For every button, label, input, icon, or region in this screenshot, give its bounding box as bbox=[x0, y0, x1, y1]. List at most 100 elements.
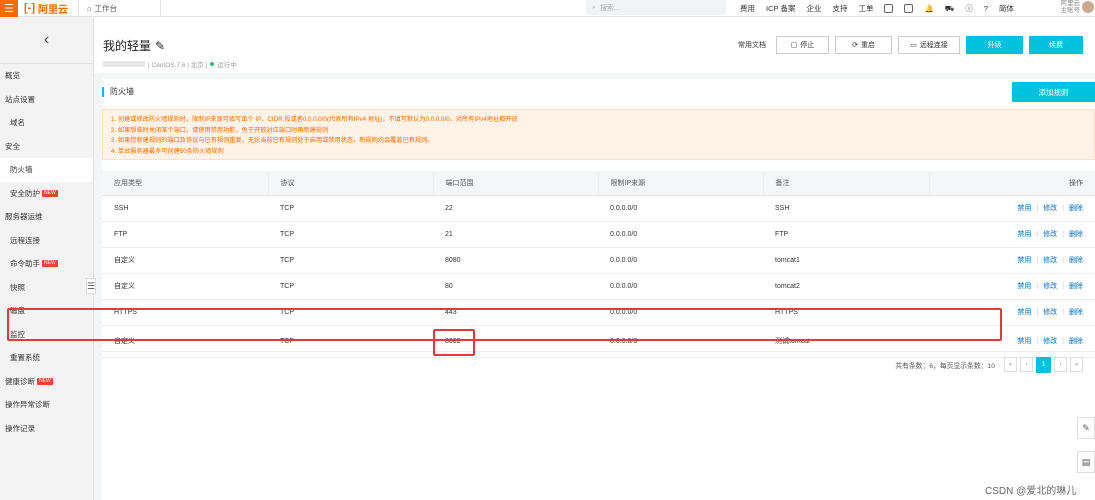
cell-port: 80 bbox=[433, 273, 598, 300]
sidebar-item-label: 域名 bbox=[10, 118, 25, 128]
sidebar-item[interactable]: 安全 bbox=[0, 135, 93, 159]
nav-ticket[interactable]: 工单 bbox=[858, 3, 873, 14]
sidebar-item[interactable]: 健康诊断 NEW bbox=[0, 370, 93, 394]
nav-fees[interactable]: 费用 bbox=[740, 3, 755, 14]
sidebar-item[interactable]: 操作记录 bbox=[0, 417, 93, 441]
sidebar-item-label: 健康诊断 bbox=[5, 376, 35, 386]
remote-connect-button[interactable]: ▭ 远程连接 bbox=[898, 36, 960, 54]
page-1-button[interactable]: 1 bbox=[1036, 356, 1051, 373]
edit-rule-link[interactable]: 修改 bbox=[1043, 283, 1057, 290]
delete-rule-link[interactable]: 删除 bbox=[1069, 338, 1083, 345]
terminal-icon[interactable] bbox=[884, 4, 894, 13]
chat-float-icon[interactable]: ▤ bbox=[1077, 451, 1095, 473]
nav-icp[interactable]: ICP 备案 bbox=[766, 3, 795, 14]
cell-source: 0.0.0.0/0 bbox=[598, 299, 763, 326]
edit-rule-link[interactable]: 修改 bbox=[1043, 257, 1057, 264]
remote-label: 远程连接 bbox=[919, 42, 948, 49]
language-switch[interactable]: 简体 bbox=[999, 3, 1014, 14]
edit-rule-link[interactable]: 修改 bbox=[1043, 309, 1057, 316]
sidebar-item[interactable]: 服务器运维 bbox=[0, 205, 93, 229]
bulb-icon[interactable]: ⓘ bbox=[965, 3, 973, 14]
account-role: 主账号 bbox=[1060, 7, 1081, 14]
cell-source: 0.0.0.0/0 bbox=[598, 273, 763, 300]
action-separator: | bbox=[1062, 338, 1064, 345]
next-page-button[interactable]: › bbox=[1054, 357, 1067, 372]
sidebar-item[interactable]: 站点设置 bbox=[0, 88, 93, 112]
workbench-link[interactable]: ⌂ 工作台 bbox=[79, 0, 161, 17]
last-page-button[interactable]: » bbox=[1070, 357, 1083, 372]
sidebar-item[interactable]: 安全防护 NEW bbox=[0, 182, 93, 206]
disable-rule-link[interactable]: 禁用 bbox=[1017, 205, 1031, 212]
sidebar-item-label: 重置系统 bbox=[10, 353, 40, 363]
sidebar-item[interactable]: 监控 bbox=[0, 323, 93, 347]
action-separator: | bbox=[1036, 257, 1039, 264]
delete-rule-link[interactable]: 删除 bbox=[1069, 257, 1083, 264]
sidebar-item-label: 站点设置 bbox=[5, 94, 35, 104]
cell-proto: TCP bbox=[268, 299, 433, 326]
delete-rule-link[interactable]: 删除 bbox=[1069, 231, 1083, 238]
brand-logo[interactable]: [-] 阿里云 bbox=[18, 0, 79, 17]
cell-note: HTTPS bbox=[763, 299, 929, 326]
instance-meta: | CentOS 7.6 | 北京 | 运行中 bbox=[103, 59, 237, 69]
tips-box: 1. 创建或修改防火墙规则时，限制IP来源可填写单个 IP、CIDR 段或者0.… bbox=[102, 109, 1095, 160]
cell-note: tomcat1 bbox=[763, 247, 929, 274]
edit-float-icon[interactable]: ✎ bbox=[1077, 417, 1095, 439]
aliyun-logo-icon: [-] bbox=[24, 2, 35, 14]
back-chevron-icon[interactable]: ‹ bbox=[0, 17, 93, 64]
firewall-rules-table: 应用类型 协议 端口范围 限制IP来源 备注 操作 SSH TCP 22 0.0.0.… bbox=[102, 171, 1095, 358]
sidebar-item[interactable]: 防火墙 bbox=[0, 158, 93, 182]
nav-support[interactable]: 支持 bbox=[832, 3, 847, 14]
action-separator: | bbox=[1036, 283, 1039, 290]
cell-note: SSH bbox=[763, 195, 929, 222]
add-rule-button[interactable]: 添加规则 bbox=[1012, 82, 1095, 102]
cell-proto: TCP bbox=[268, 247, 433, 274]
sidebar-item[interactable]: 命令助手 NEW bbox=[0, 252, 93, 276]
help-icon[interactable]: ? bbox=[984, 4, 988, 13]
cell-actions: 禁用 | 修改 | 删除 bbox=[929, 299, 1095, 326]
delete-rule-link[interactable]: 删除 bbox=[1069, 205, 1083, 212]
menu-icon[interactable]: ☰ bbox=[0, 0, 18, 17]
disable-rule-link[interactable]: 禁用 bbox=[1017, 309, 1031, 316]
first-page-button[interactable]: « bbox=[1004, 357, 1017, 372]
search-input[interactable]: ⌕ 搜索... bbox=[586, 0, 726, 15]
new-badge: NEW bbox=[42, 189, 58, 197]
sidebar-item[interactable]: 重置系统 bbox=[0, 346, 93, 370]
col-app-type: 应用类型 bbox=[102, 171, 269, 196]
sidebar-item[interactable]: 操作异常诊断 bbox=[0, 393, 93, 417]
sidebar-item[interactable]: 磁盘 bbox=[0, 299, 93, 323]
table-row: SSH TCP 22 0.0.0.0/0 SSH 禁用 | 修改 | 删除 bbox=[102, 195, 1095, 222]
renew-button[interactable]: 续费 bbox=[1029, 36, 1083, 54]
delete-rule-link[interactable]: 删除 bbox=[1069, 309, 1083, 316]
header-actions: 常用文档 ▢ 停止 ⟳ 重启 ▭ 远程连接 升级 续费 bbox=[734, 36, 1083, 54]
delete-rule-link[interactable]: 删除 bbox=[1069, 283, 1083, 290]
disable-rule-link[interactable]: 禁用 bbox=[1017, 257, 1031, 264]
stop-button[interactable]: ▢ 停止 bbox=[776, 36, 829, 54]
avatar[interactable] bbox=[1082, 1, 1094, 13]
cell-type: FTP bbox=[102, 221, 268, 248]
edit-rule-link[interactable]: 修改 bbox=[1043, 338, 1057, 345]
docs-link[interactable]: 常用文档 bbox=[734, 40, 770, 50]
action-separator: | bbox=[1062, 257, 1064, 264]
mail-icon[interactable] bbox=[904, 4, 914, 13]
prev-page-button[interactable]: ‹ bbox=[1020, 357, 1033, 372]
disable-rule-link[interactable]: 禁用 bbox=[1017, 283, 1031, 290]
sidebar-item[interactable]: 快照 bbox=[0, 276, 93, 300]
upgrade-button[interactable]: 升级 bbox=[966, 36, 1023, 54]
bell-icon[interactable]: 🔔 bbox=[924, 4, 933, 13]
cell-type: SSH bbox=[102, 195, 268, 222]
sidebar-item[interactable]: 域名 bbox=[0, 111, 93, 135]
edit-pencil-icon[interactable]: ✎ bbox=[155, 39, 165, 53]
account-info[interactable]: 阿里云 主账号 bbox=[1048, 0, 1081, 14]
disable-rule-link[interactable]: 禁用 bbox=[1017, 231, 1031, 238]
sidebar-item-label: 快照 bbox=[10, 282, 25, 292]
restart-button[interactable]: ⟳ 重启 bbox=[835, 36, 892, 54]
sidebar-item[interactable]: 远程连接 bbox=[0, 229, 93, 253]
sidebar-item[interactable]: 概览 bbox=[0, 64, 93, 88]
cart-icon[interactable]: ⛟ bbox=[945, 4, 954, 14]
disable-rule-link[interactable]: 禁用 bbox=[1017, 338, 1031, 345]
nav-enterprise[interactable]: 企业 bbox=[806, 3, 821, 14]
edit-rule-link[interactable]: 修改 bbox=[1043, 231, 1057, 238]
new-badge: NEW bbox=[42, 260, 58, 268]
edit-rule-link[interactable]: 修改 bbox=[1043, 205, 1057, 212]
section-title: 防火墙 bbox=[102, 87, 134, 97]
